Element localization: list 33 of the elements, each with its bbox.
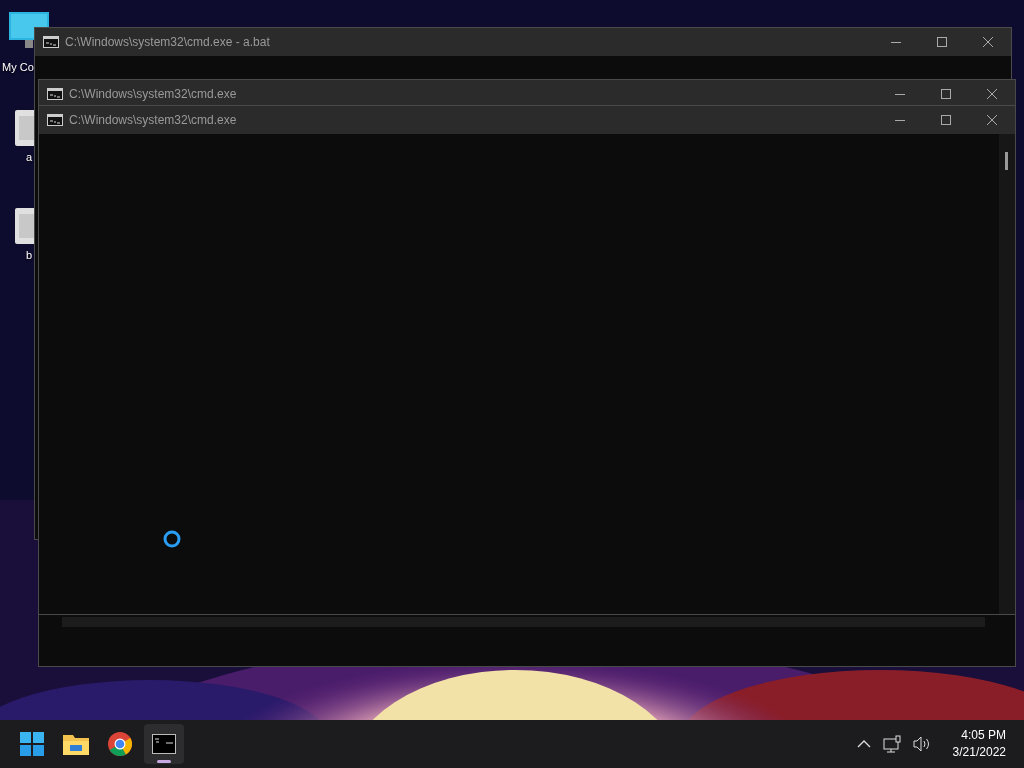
icon-label: b [25, 248, 33, 262]
windows-logo-icon [20, 732, 44, 756]
scrollbar[interactable] [999, 134, 1015, 614]
console-icon [43, 36, 59, 48]
file-icon [15, 110, 34, 146]
volume-icon [912, 735, 931, 753]
window-title: C:\Windows\system32\cmd.exe [69, 112, 237, 129]
close-icon [983, 37, 993, 47]
scroll-thumb[interactable] [1005, 152, 1008, 170]
maximize-icon [937, 37, 947, 47]
loading-icon [162, 528, 182, 549]
network-icon [882, 735, 901, 753]
clock-date: 3/21/2022 [952, 744, 1006, 761]
window-title: C:\Windows\system32\cmd.exe [69, 86, 237, 103]
console-icon [47, 88, 63, 100]
window-title: C:\Windows\system32\cmd.exe - a.bat [65, 34, 270, 51]
icon-label: My Co [2, 60, 34, 74]
folder-icon [63, 733, 89, 755]
file-icon [15, 208, 34, 244]
taskbar-app[interactable] [144, 724, 184, 764]
close-icon [987, 89, 997, 99]
chevron-up-icon [856, 739, 871, 749]
maximize-icon [941, 89, 951, 99]
browser-icon [108, 732, 132, 756]
volume-button[interactable] [912, 735, 931, 753]
close-icon [987, 115, 997, 125]
network-button[interactable] [882, 735, 901, 753]
chevron-up-button[interactable] [856, 739, 871, 749]
icon-label: a [25, 150, 33, 164]
console-icon [47, 114, 63, 126]
console-icon [152, 734, 176, 754]
clock-time: 4:05 PM [960, 727, 1006, 744]
maximize-icon [941, 115, 951, 125]
